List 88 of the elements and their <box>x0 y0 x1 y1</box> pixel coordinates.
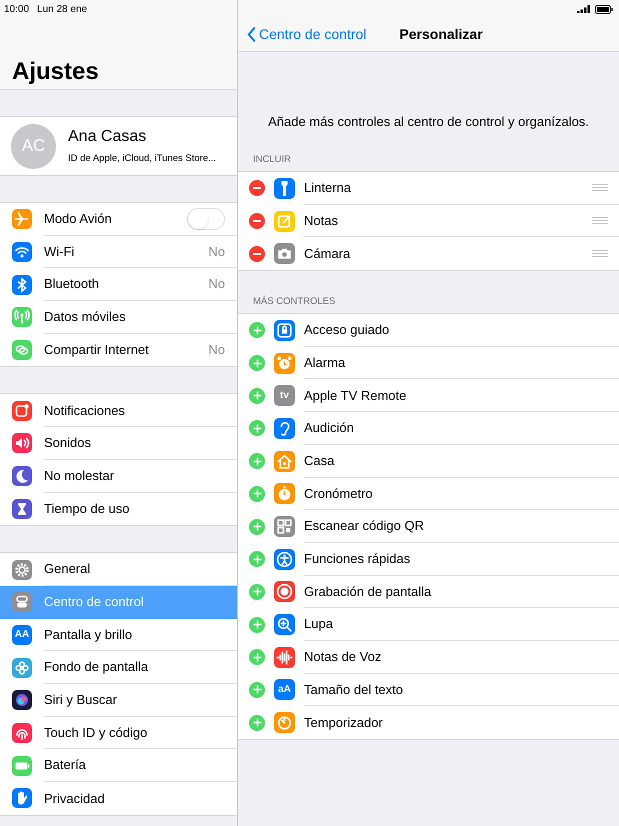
drag-handle-icon[interactable] <box>592 184 608 192</box>
control-label: Escanear código QR <box>304 517 425 536</box>
item-value: No <box>208 242 225 261</box>
add-button[interactable] <box>249 486 265 502</box>
plus-icon <box>252 620 262 630</box>
plus-icon <box>252 391 262 400</box>
item-label: Tiempo de uso <box>44 500 131 518</box>
plus-icon <box>252 489 262 498</box>
control-label: Audición <box>304 419 355 438</box>
add-button[interactable] <box>249 420 265 436</box>
item-label: No molestar <box>44 466 116 485</box>
item-label: Notificaciones <box>44 402 126 420</box>
back-button[interactable]: Centro de control <box>247 24 366 45</box>
status-time: 10:00 <box>4 2 30 16</box>
control-label: Tamaño del texto <box>304 680 404 699</box>
control-label: Cámara <box>304 244 352 263</box>
plus-icon <box>252 685 262 694</box>
control-label: Alarma <box>304 354 346 372</box>
item-label: Siri y Buscar <box>44 691 118 710</box>
add-button[interactable] <box>249 682 265 698</box>
control-label: Temporizador <box>304 714 384 732</box>
settings-item[interactable]: AA Pantalla y brillo <box>0 618 237 652</box>
item-label: Modo Avión <box>44 210 113 228</box>
signal-icon <box>577 5 591 13</box>
battery-icon <box>595 4 613 14</box>
profile-name: Ana Casas <box>68 127 148 148</box>
item-value: No <box>208 275 225 294</box>
drag-handle-icon[interactable] <box>592 217 608 224</box>
control-label: Casa <box>304 452 336 470</box>
page-title: Ajustes <box>12 60 99 84</box>
add-button[interactable] <box>249 388 265 404</box>
item-label: General <box>44 560 92 578</box>
add-button[interactable] <box>249 649 265 666</box>
remove-button[interactable] <box>249 213 265 230</box>
add-button[interactable] <box>249 453 265 470</box>
profile-subtitle: ID de Apple, iCloud, iTunes Store... <box>68 152 216 166</box>
drag-handle-icon[interactable] <box>592 250 608 258</box>
plus-icon <box>252 326 262 335</box>
add-button[interactable] <box>249 518 265 535</box>
item-label: Batería <box>44 756 87 774</box>
add-button[interactable] <box>249 322 265 338</box>
item-label: Touch ID y código <box>44 724 148 742</box>
nav-title: Personalizar <box>399 25 483 44</box>
section-header: INCLUIR <box>253 152 292 167</box>
control-label: Linterna <box>304 179 352 198</box>
plus-icon <box>252 652 262 662</box>
control-label: Lupa <box>304 615 334 634</box>
item-label: Pantalla y brillo <box>44 626 134 644</box>
item-label: Bluetooth <box>44 275 100 294</box>
control-label: Notas de Voz <box>304 648 382 666</box>
add-button[interactable] <box>249 355 265 372</box>
text-size-icon: AA <box>12 624 32 645</box>
add-button[interactable] <box>249 584 265 600</box>
control-label: Notas <box>304 212 339 230</box>
item-label: Wi-Fi <box>44 242 76 261</box>
profile-row[interactable]: AC Ana Casas ID de Apple, iCloud, iTunes Store... <box>0 116 237 176</box>
item-value: No <box>208 341 225 360</box>
add-button[interactable] <box>249 714 265 731</box>
back-chevron-icon <box>247 27 256 42</box>
description-text: Añade más controles al centro de control y organízalos. <box>268 112 589 131</box>
remove-button[interactable] <box>249 180 265 196</box>
avatar: AC <box>11 124 56 168</box>
add-button[interactable] <box>249 551 265 568</box>
plus-icon <box>252 456 262 466</box>
item-label: Sonidos <box>44 434 92 452</box>
item-label: Compartir Internet <box>44 341 150 360</box>
control-label: Acceso guiado <box>304 321 390 340</box>
control-label: Apple TV Remote <box>304 386 408 405</box>
toggle-switch[interactable] <box>187 208 225 230</box>
status-date: Lun 28 ene <box>37 2 88 16</box>
tv-icon: tv <box>274 385 295 406</box>
item-label: Datos móviles <box>44 308 127 326</box>
plus-icon <box>252 587 262 596</box>
add-button[interactable] <box>249 616 265 633</box>
control-label: Funciones rápidas <box>304 550 412 568</box>
plus-icon <box>252 424 262 433</box>
control-label: Grabación de pantalla <box>304 582 432 601</box>
control-label: Cronómetro <box>304 484 374 503</box>
section-header: MÁS CONTROLES <box>253 294 336 309</box>
remove-button[interactable] <box>249 246 265 262</box>
item-label: Privacidad <box>44 790 106 808</box>
item-label: Fondo de pantalla <box>44 658 150 676</box>
plus-icon <box>252 522 262 532</box>
text-size-icon: aA <box>274 679 295 700</box>
plus-icon <box>252 718 262 728</box>
item-label: Centro de control <box>44 593 145 612</box>
plus-icon <box>252 554 262 564</box>
plus-icon <box>252 358 262 368</box>
